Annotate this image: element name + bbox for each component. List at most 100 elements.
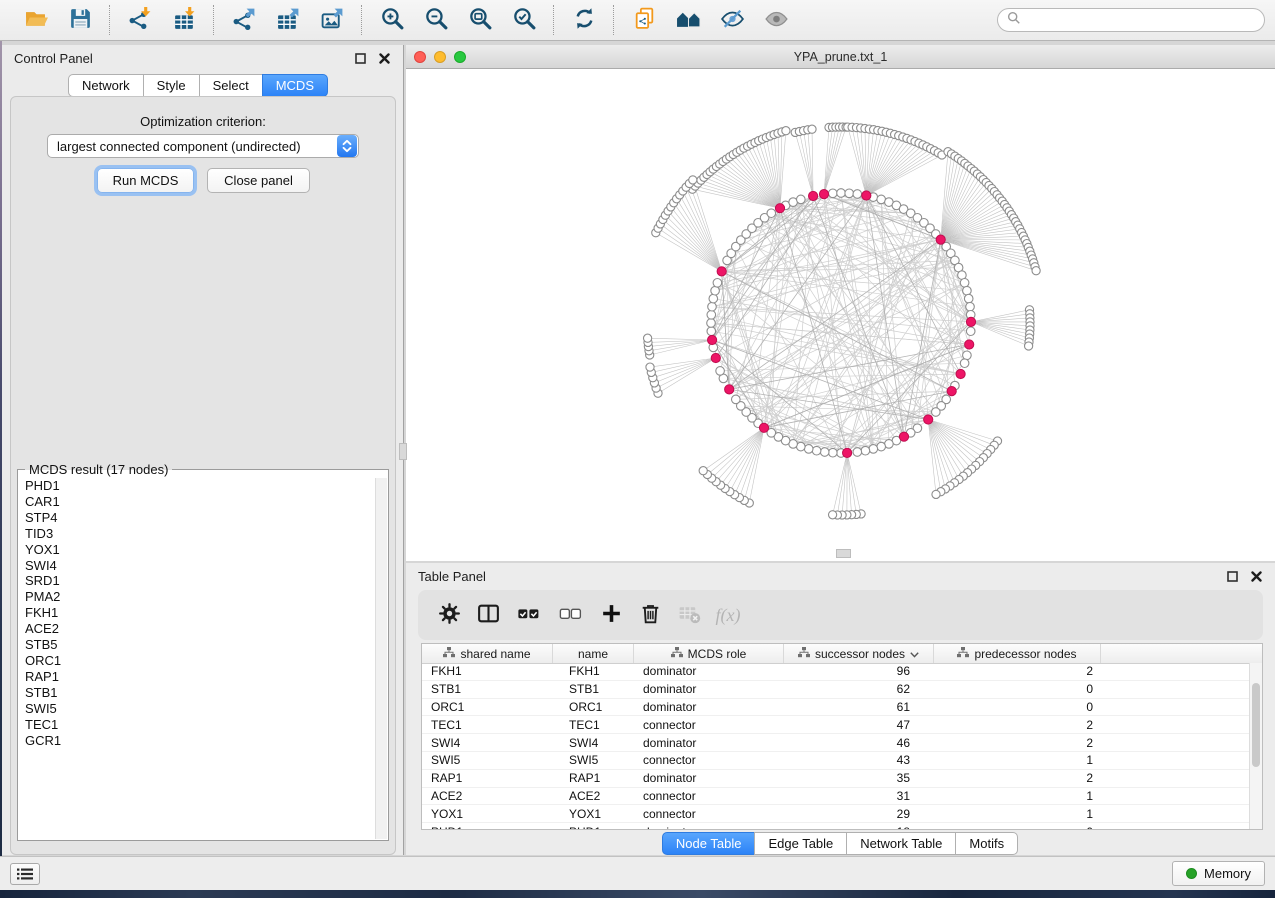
mcds-result-node[interactable]: SWI5 xyxy=(25,701,376,717)
mcds-list-scrollbar[interactable] xyxy=(375,478,387,839)
maximize-traffic-light[interactable] xyxy=(454,51,466,63)
mcds-result-list[interactable]: PHD1CAR1STP4TID3YOX1SWI4SRD1PMA2FKH1ACE2… xyxy=(19,478,376,839)
search-input[interactable] xyxy=(1027,12,1255,28)
tab-mcds[interactable]: MCDS xyxy=(262,74,328,97)
mcds-result-node[interactable]: GCR1 xyxy=(25,733,376,749)
mcds-result-node[interactable]: RAP1 xyxy=(25,669,376,685)
mcds-result-node[interactable]: PMA2 xyxy=(25,589,376,605)
zoom-out-button[interactable] xyxy=(416,4,456,36)
tab-node-table[interactable]: Node Table xyxy=(662,832,756,855)
tab-motifs[interactable]: Motifs xyxy=(955,832,1018,855)
import-network-button[interactable] xyxy=(120,4,160,36)
tab-network-table[interactable]: Network Table xyxy=(846,832,956,855)
table-panel-float-button[interactable] xyxy=(1226,570,1239,583)
column-header-shared-name[interactable]: shared name xyxy=(422,644,553,663)
mcds-result-node[interactable]: CAR1 xyxy=(25,494,376,510)
save-icon xyxy=(67,6,94,34)
mcds-result-node[interactable]: TID3 xyxy=(25,526,376,542)
mcds-result-node[interactable]: TEC1 xyxy=(25,717,376,733)
mcds-result-node[interactable]: YOX1 xyxy=(25,542,376,558)
show-all-button[interactable] xyxy=(756,4,796,36)
cell-successor-nodes: 18 xyxy=(784,825,934,829)
mcds-result-node[interactable]: FKH1 xyxy=(25,605,376,621)
delete-table-button[interactable] xyxy=(676,602,703,628)
sitemap-icon xyxy=(671,647,683,661)
task-history-button[interactable] xyxy=(10,863,40,885)
table-row[interactable]: SWI4SWI4dominator462 xyxy=(422,734,1250,752)
column-header-successor-nodes[interactable]: successor nodes xyxy=(784,644,934,663)
vertical-split-handle[interactable] xyxy=(399,443,407,460)
search-field[interactable] xyxy=(997,8,1265,32)
column-header-mcds-role[interactable]: MCDS role xyxy=(634,644,784,663)
table-row[interactable]: SWI5SWI5connector431 xyxy=(422,752,1250,770)
criterion-select[interactable]: largest connected component (undirected) xyxy=(47,134,359,158)
table-scrollbar-thumb[interactable] xyxy=(1252,683,1260,767)
mcds-result-node[interactable]: PHD1 xyxy=(25,478,376,494)
table-row[interactable]: TEC1TEC1connector472 xyxy=(422,716,1250,734)
control-panel-close-button[interactable] xyxy=(378,52,391,65)
table-panel-title: Table Panel xyxy=(418,569,486,584)
close-traffic-light[interactable] xyxy=(414,51,426,63)
table-row[interactable]: YOX1YOX1connector291 xyxy=(422,805,1250,823)
zoom-fit-icon xyxy=(467,6,494,34)
open-button[interactable] xyxy=(16,4,56,36)
table-scrollbar[interactable] xyxy=(1249,663,1262,829)
zoom-in-button[interactable] xyxy=(372,4,412,36)
cell-successor-nodes: 47 xyxy=(784,718,934,732)
status-bar: Memory xyxy=(0,856,1275,890)
run-mcds-button[interactable]: Run MCDS xyxy=(97,168,194,193)
table-row[interactable]: ACE2ACE2connector311 xyxy=(422,788,1250,806)
table-row[interactable]: ORC1ORC1dominator610 xyxy=(422,699,1250,717)
select-all-button[interactable] xyxy=(514,602,544,628)
tab-style[interactable]: Style xyxy=(143,74,200,97)
mcds-result-node[interactable]: ACE2 xyxy=(25,621,376,637)
deselect-all-button[interactable] xyxy=(556,602,586,628)
hide-selected-button[interactable] xyxy=(712,4,752,36)
tab-select[interactable]: Select xyxy=(199,74,263,97)
table-row[interactable]: PHD1PHD1dominator180 xyxy=(422,823,1250,829)
export-image-button[interactable] xyxy=(312,4,352,36)
cell-successor-nodes: 61 xyxy=(784,700,934,714)
sort-desc-icon xyxy=(910,647,919,661)
mcds-result-node[interactable]: STP4 xyxy=(25,510,376,526)
control-panel-float-button[interactable] xyxy=(354,52,367,65)
settings-button[interactable] xyxy=(436,602,463,628)
split-view-button[interactable] xyxy=(475,602,502,628)
delete-column-button[interactable] xyxy=(637,602,664,628)
horizontal-split-handle[interactable] xyxy=(836,549,851,558)
first-neighbors-button[interactable] xyxy=(668,4,708,36)
zoom-selected-button[interactable] xyxy=(504,4,544,36)
save-button[interactable] xyxy=(60,4,100,36)
close-panel-button[interactable]: Close panel xyxy=(207,168,310,193)
mcds-result-node[interactable]: STB1 xyxy=(25,685,376,701)
column-header-predecessor-nodes[interactable]: predecessor nodes xyxy=(934,644,1101,663)
sitemap-icon xyxy=(798,647,810,661)
copy-network-share-button[interactable] xyxy=(624,4,664,36)
cell-shared-name: STB1 xyxy=(422,682,553,696)
delete-table-icon xyxy=(676,601,703,629)
import-table-button[interactable] xyxy=(164,4,204,36)
minimize-traffic-light[interactable] xyxy=(434,51,446,63)
add-column-button[interactable] xyxy=(598,602,625,628)
mcds-result-node[interactable]: STB5 xyxy=(25,637,376,653)
mcds-result-node[interactable]: ORC1 xyxy=(25,653,376,669)
zoom-fit-button[interactable] xyxy=(460,4,500,36)
memory-button[interactable]: Memory xyxy=(1172,861,1265,886)
function-builder-button[interactable]: f(x) xyxy=(715,602,741,628)
tab-network[interactable]: Network xyxy=(68,74,144,97)
export-network-button[interactable] xyxy=(224,4,264,36)
refresh-button[interactable] xyxy=(564,4,604,36)
mcds-result-node[interactable]: SRD1 xyxy=(25,573,376,589)
network-graph[interactable] xyxy=(406,69,1275,561)
cell-predecessor-nodes: 0 xyxy=(934,682,1101,696)
table-row[interactable]: STB1STB1dominator620 xyxy=(422,681,1250,699)
table-row[interactable]: RAP1RAP1dominator352 xyxy=(422,770,1250,788)
table-panel-close-button[interactable] xyxy=(1250,570,1263,583)
column-header-name[interactable]: name xyxy=(553,644,634,663)
table-row[interactable]: FKH1FKH1dominator962 xyxy=(422,663,1250,681)
tab-edge-table[interactable]: Edge Table xyxy=(754,832,847,855)
network-canvas[interactable] xyxy=(406,69,1275,561)
export-table-button[interactable] xyxy=(268,4,308,36)
cell-successor-nodes: 96 xyxy=(784,664,934,678)
mcds-result-node[interactable]: SWI4 xyxy=(25,558,376,574)
